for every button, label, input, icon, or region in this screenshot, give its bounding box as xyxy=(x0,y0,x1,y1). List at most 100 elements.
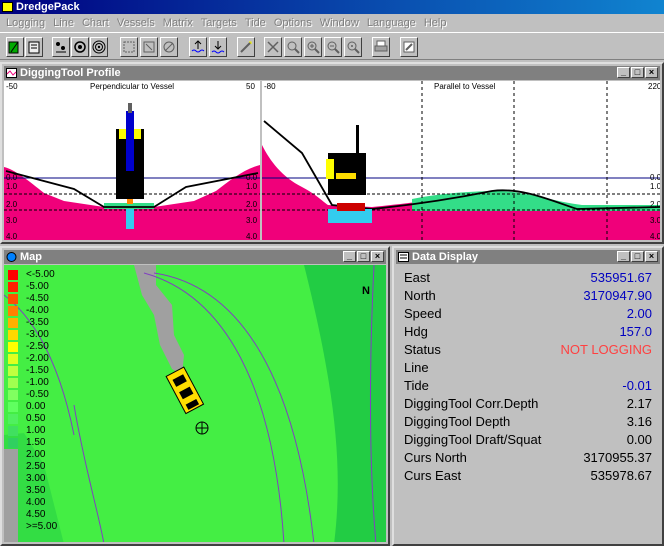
tide-up-icon[interactable] xyxy=(189,37,207,57)
open-chart-icon[interactable] xyxy=(6,37,24,57)
perpendicular-depth-left-3: 3.0 xyxy=(6,216,18,225)
perpendicular-depth-left-1: 1.0 xyxy=(6,182,18,191)
legend-label: -1.00 xyxy=(26,377,49,388)
data-display-window: Data Display _ □ × East 535951.67 North 317… xyxy=(392,246,664,546)
concentric-target-icon[interactable] xyxy=(90,37,108,57)
menu-targets[interactable]: Targets xyxy=(199,17,243,29)
legend-label: 4.00 xyxy=(26,497,46,508)
close-button[interactable]: × xyxy=(645,67,658,78)
menu-options[interactable]: Options xyxy=(272,17,318,29)
book-icon[interactable] xyxy=(25,37,43,57)
tide-down-icon[interactable] xyxy=(209,37,227,57)
parallel-range-right: 220 xyxy=(648,82,660,91)
legend-swatch xyxy=(8,354,18,364)
data-row-value: 3170955.37 xyxy=(583,450,652,465)
parallel-depth-1: 1.0 xyxy=(650,182,660,191)
maximize-button[interactable]: □ xyxy=(357,251,370,262)
pan-icon[interactable] xyxy=(264,37,282,57)
perpendicular-depth-right-2: 2.0 xyxy=(246,200,258,209)
legend-swatch xyxy=(8,390,18,400)
zoom-window-icon[interactable] xyxy=(140,37,158,57)
menu-chart[interactable]: Chart xyxy=(80,17,115,29)
maximize-button[interactable]: □ xyxy=(631,67,644,78)
legend-swatch xyxy=(8,330,18,340)
data-row: Speed 2.00 xyxy=(404,305,652,323)
legend-swatch xyxy=(8,498,18,508)
data-row: Tide -0.01 xyxy=(404,377,652,395)
zoom-out-icon[interactable] xyxy=(324,37,342,57)
dots-tool-icon[interactable] xyxy=(52,37,70,57)
legend-label: 3.00 xyxy=(26,473,46,484)
legend-label: 1.50 xyxy=(26,437,46,448)
menu-logging[interactable]: Logging xyxy=(4,17,51,29)
data-row-value: 3170947.90 xyxy=(583,288,652,303)
data-row-value: NOT LOGGING xyxy=(560,342,653,357)
close-button[interactable]: × xyxy=(371,251,384,262)
menu-help[interactable]: Help xyxy=(422,17,453,29)
legend-swatch xyxy=(8,510,18,520)
data-row-label: Tide xyxy=(404,378,429,393)
legend-label: -2.50 xyxy=(26,341,49,352)
data-row: Line xyxy=(404,359,652,377)
print-icon[interactable] xyxy=(372,37,390,57)
legend-label: -3.50 xyxy=(26,317,49,328)
legend-swatch xyxy=(8,414,18,424)
data-row: DiggingTool Corr.Depth 2.17 xyxy=(404,395,652,413)
map-window-title-bar[interactable]: Map xyxy=(4,250,386,264)
legend-swatch xyxy=(8,294,18,304)
data-row-value: 3.16 xyxy=(626,414,652,429)
zoom-fit-icon[interactable] xyxy=(120,37,138,57)
data-row-label: DiggingTool Depth xyxy=(404,414,511,429)
perpendicular-profile-plot xyxy=(4,103,260,240)
data-window-icon xyxy=(398,252,409,262)
data-row: North 3170947.90 xyxy=(404,287,652,305)
parallel-depth-0: 0.0 xyxy=(650,173,660,182)
target-icon[interactable] xyxy=(71,37,89,57)
data-display-client: East 535951.67 North 3170947.90 Speed 2.00 Hdg… xyxy=(396,265,660,542)
menu-window[interactable]: Window xyxy=(318,17,365,29)
menu-line[interactable]: Line xyxy=(51,17,80,29)
menu-vessels[interactable]: Vessels xyxy=(115,17,161,29)
map-window-title: Map xyxy=(20,251,42,263)
maximize-button[interactable]: □ xyxy=(631,251,644,262)
legend-label: -0.50 xyxy=(26,389,49,400)
close-button[interactable]: × xyxy=(645,251,658,262)
legend-label: 4.50 xyxy=(26,509,46,520)
data-row-label: Curs East xyxy=(404,468,462,483)
perpendicular-range-right: 50 xyxy=(246,82,255,91)
zoom-in-icon[interactable] xyxy=(304,37,322,57)
data-row-label: East xyxy=(404,270,431,285)
data-row: East 535951.67 xyxy=(404,269,652,287)
legend-label: 3.50 xyxy=(26,485,46,496)
perpendicular-range-left: -50 xyxy=(6,82,18,91)
map-client: N <-5.00 -5.00 -4.50 -4.00 -3.50 -3.00 -2.50 -2… xyxy=(4,265,386,542)
legend-label: -2.00 xyxy=(26,353,49,364)
perpendicular-depth-right-1: 1.0 xyxy=(246,182,258,191)
data-row: Status NOT LOGGING xyxy=(404,341,652,359)
data-row-value: 2.00 xyxy=(626,306,652,321)
rotate-icon[interactable] xyxy=(160,37,178,57)
legend-swatch xyxy=(8,270,18,280)
zoom-icon[interactable] xyxy=(284,37,302,57)
data-row-label: North xyxy=(404,288,436,303)
minimize-button[interactable]: _ xyxy=(617,67,630,78)
legend-swatch xyxy=(8,486,18,496)
legend-label: 0.50 xyxy=(26,413,46,424)
data-row: Hdg 157.0 xyxy=(404,323,652,341)
legend-label: 1.00 xyxy=(26,425,46,436)
minimize-button[interactable]: _ xyxy=(617,251,630,262)
profile-window-title-bar[interactable]: DiggingTool Profile xyxy=(4,66,660,80)
data-row: DiggingTool Draft/Squat 0.00 xyxy=(404,431,652,449)
data-row-label: DiggingTool Draft/Squat xyxy=(404,432,542,447)
profile-client: -50 Perpendicular to Vessel 50 0.0 1.0 2… xyxy=(4,81,660,240)
menu-matrix[interactable]: Matrix xyxy=(161,17,199,29)
app-title: DredgePack xyxy=(16,1,80,13)
data-row-value: 0.00 xyxy=(626,432,652,447)
zoom-reset-icon[interactable] xyxy=(344,37,362,57)
minimize-button[interactable]: _ xyxy=(343,251,356,262)
data-row: Curs East 535978.67 xyxy=(404,467,652,485)
edit-icon[interactable] xyxy=(400,37,418,57)
line-tool-icon[interactable] xyxy=(237,37,255,57)
menu-language[interactable]: Language xyxy=(365,17,422,29)
menu-tide[interactable]: Tide xyxy=(243,17,272,29)
